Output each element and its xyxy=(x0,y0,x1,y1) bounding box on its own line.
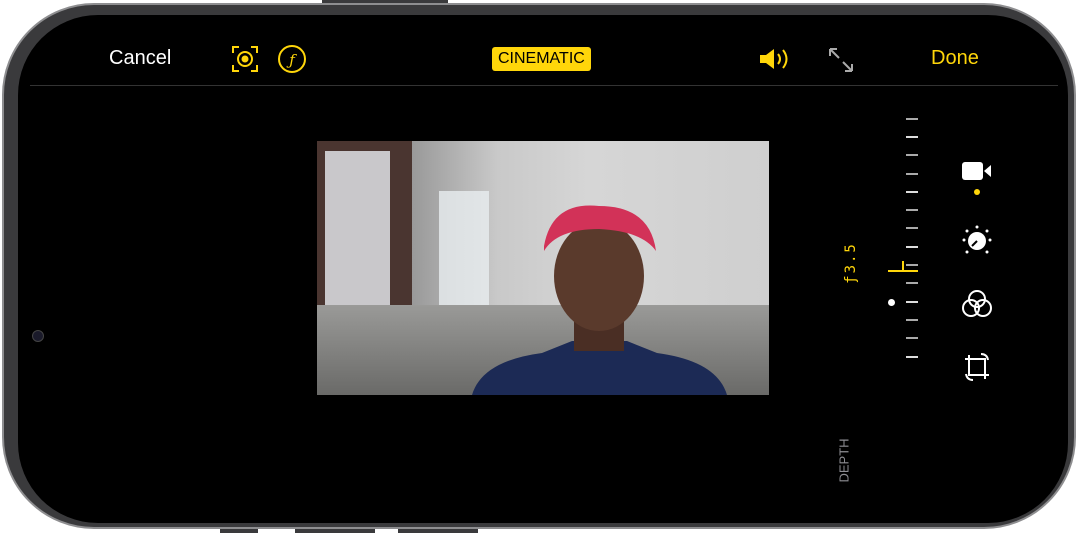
speaker-icon[interactable] xyxy=(758,47,792,71)
cinematic-badge[interactable]: CINEMATIC xyxy=(492,47,591,71)
screen: Cancel ƒ CINEMATIC Done ƒ3.5 DEPTH xyxy=(18,15,1068,523)
side-button xyxy=(220,529,258,533)
person xyxy=(472,205,727,395)
filters-icon[interactable] xyxy=(961,289,993,319)
tick xyxy=(906,154,918,156)
side-button xyxy=(398,529,478,533)
depth-marker-stem xyxy=(902,261,904,272)
toolbar-divider xyxy=(30,85,1058,86)
tick xyxy=(906,246,918,248)
side-button xyxy=(322,0,448,3)
tick xyxy=(906,301,918,303)
tick xyxy=(906,282,918,284)
video-preview[interactable] xyxy=(317,141,769,395)
active-indicator xyxy=(974,189,980,195)
expand-icon[interactable] xyxy=(828,47,854,73)
video-camera-icon[interactable] xyxy=(961,161,993,181)
svg-text:ƒ: ƒ xyxy=(286,51,297,69)
side-button xyxy=(295,529,375,533)
tick xyxy=(906,209,918,211)
tick xyxy=(906,264,918,266)
tick xyxy=(906,337,918,339)
focus-icon[interactable] xyxy=(231,45,259,73)
tick xyxy=(906,191,918,193)
aperture-value: ƒ3.5 xyxy=(842,242,859,284)
original-depth-dot xyxy=(888,299,895,306)
tick xyxy=(906,319,918,321)
tick xyxy=(906,173,918,175)
camera-sensor xyxy=(32,330,44,342)
tick xyxy=(906,227,918,229)
aperture-f-icon[interactable]: ƒ xyxy=(277,44,307,74)
depth-label: DEPTH xyxy=(836,438,852,483)
phone-frame: Cancel ƒ CINEMATIC Done ƒ3.5 DEPTH xyxy=(2,3,1076,529)
done-button[interactable]: Done xyxy=(931,47,979,70)
side-button xyxy=(8,228,14,308)
tick xyxy=(906,356,918,358)
crop-rotate-icon[interactable] xyxy=(961,351,993,383)
tick xyxy=(906,136,918,138)
tick xyxy=(906,118,918,120)
adjust-dial-icon[interactable] xyxy=(961,225,993,257)
cancel-button[interactable]: Cancel xyxy=(109,47,171,70)
